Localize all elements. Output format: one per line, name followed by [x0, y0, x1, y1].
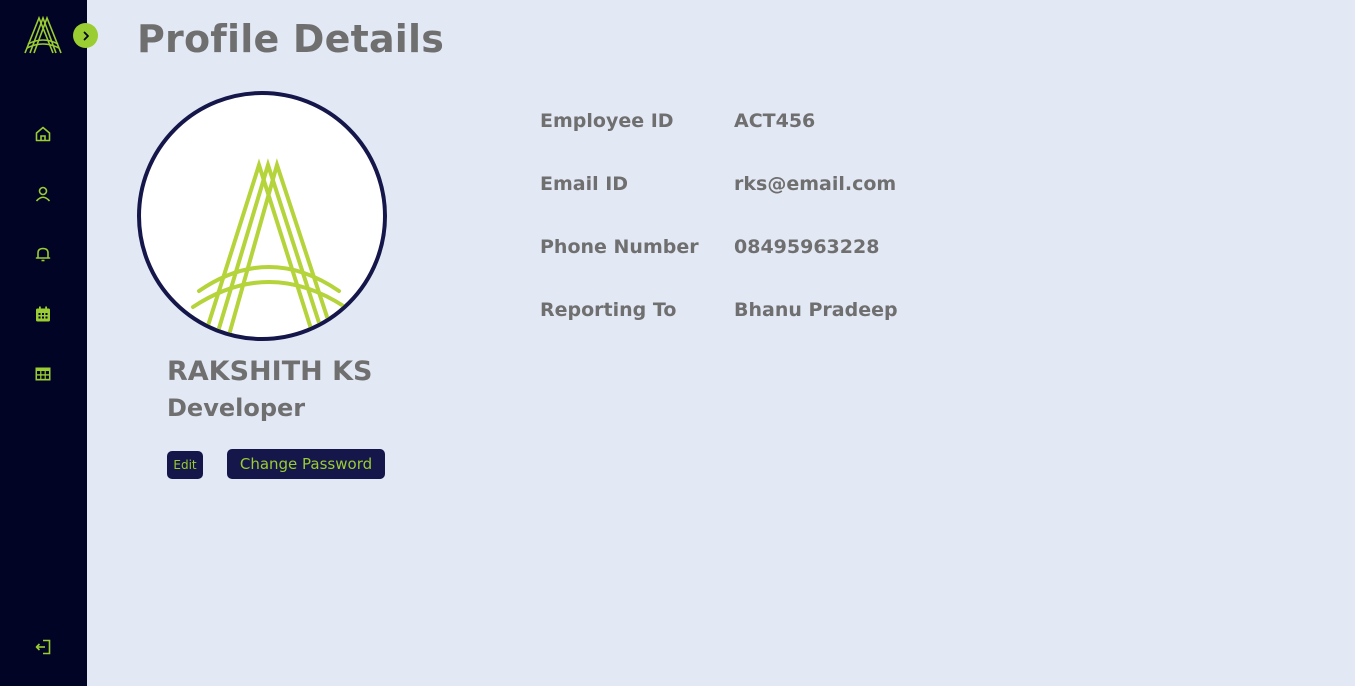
- user-role: Developer: [167, 394, 306, 422]
- calendar-icon: [34, 305, 52, 327]
- user-name: RAKSHITH KS: [167, 356, 373, 387]
- sidebar-expand-button[interactable]: [73, 23, 98, 48]
- detail-row-reporting-to: Reporting To Bhanu Pradeep: [540, 299, 1140, 327]
- detail-value: 08495963228: [734, 236, 880, 258]
- page-title: Profile Details: [137, 17, 445, 61]
- sidebar-item-logout[interactable]: [33, 639, 53, 659]
- sidebar-item-calendar[interactable]: [33, 306, 53, 326]
- detail-value: Bhanu Pradeep: [734, 299, 898, 321]
- logout-icon: [34, 638, 52, 660]
- detail-label: Reporting To: [540, 299, 677, 321]
- detail-value: ACT456: [734, 110, 816, 132]
- sidebar-item-home[interactable]: [33, 126, 53, 146]
- bell-icon: [34, 245, 52, 267]
- table-grid-icon: [34, 365, 52, 387]
- sidebar-item-notifications[interactable]: [33, 246, 53, 266]
- detail-row-email-id: Email ID rks@email.com: [540, 173, 1140, 201]
- detail-label: Phone Number: [540, 236, 699, 258]
- detail-label: Employee ID: [540, 110, 674, 132]
- change-password-button[interactable]: Change Password: [227, 449, 385, 479]
- home-icon: [34, 125, 52, 147]
- detail-row-employee-id: Employee ID ACT456: [540, 110, 1140, 138]
- detail-value: rks@email.com: [734, 173, 897, 195]
- user-icon: [34, 185, 52, 207]
- sidebar-item-profile[interactable]: [33, 186, 53, 206]
- avatar: [137, 91, 387, 341]
- edit-button[interactable]: Edit: [167, 451, 203, 479]
- app-logo[interactable]: [22, 15, 64, 54]
- detail-row-phone-number: Phone Number 08495963228: [540, 236, 1140, 264]
- detail-label: Email ID: [540, 173, 629, 195]
- sidebar: [0, 0, 98, 686]
- chevron-right-icon: [81, 26, 91, 45]
- sidebar-item-grid[interactable]: [33, 366, 53, 386]
